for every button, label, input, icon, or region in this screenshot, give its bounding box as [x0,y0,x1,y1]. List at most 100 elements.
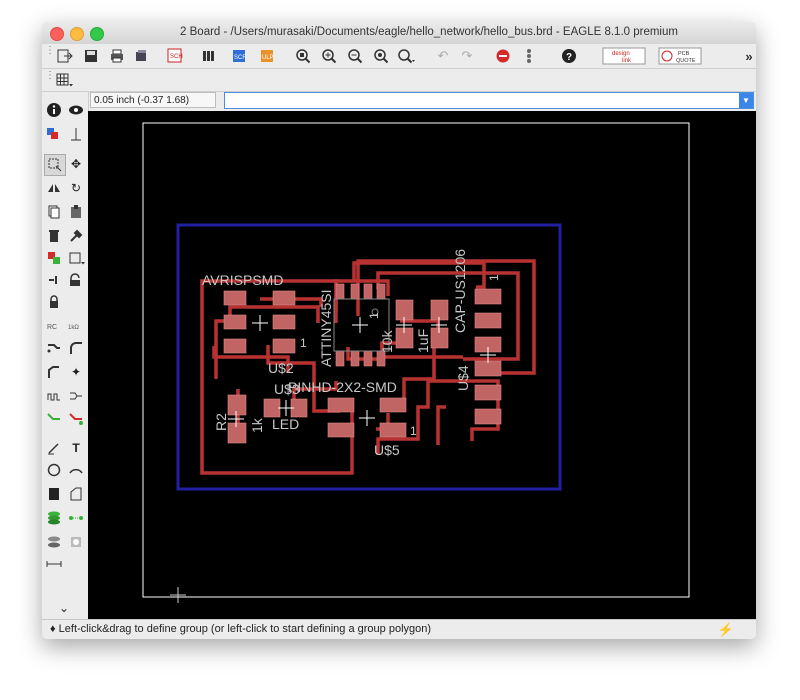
library-icon[interactable] [198,46,220,66]
pad-u5-4 [379,422,407,438]
toolbar-overflow-button[interactable]: » [738,46,756,66]
label-r2: R2 [213,413,229,431]
redo-icon[interactable]: ↷ [456,46,478,66]
smash-tool-icon[interactable] [66,248,86,268]
group-tool-icon[interactable] [44,154,66,176]
text-tool-icon[interactable]: T [66,438,86,458]
design-link-text-2: link [622,58,632,64]
zoom-in-icon[interactable] [318,46,340,66]
app-window: 2 Board - /Users/murasaki/Documents/eagl… [42,22,756,639]
pad-avr-2 [272,290,296,306]
signal-icon[interactable] [66,508,86,528]
display-layers-icon[interactable] [44,124,64,144]
wire-draw-icon[interactable] [44,438,64,458]
label-pin1-d: 1 [410,424,417,438]
replace-tool-icon[interactable] [44,248,64,268]
drill-icon[interactable] [44,532,64,552]
go-icon[interactable] [518,46,540,66]
pad-ic-2 [350,283,360,300]
rect-tool-icon[interactable] [44,484,64,504]
pad-ic-3 [363,283,373,300]
zoom-select-icon[interactable] [396,46,418,66]
show-icon[interactable] [66,100,86,120]
meander-wave-icon[interactable] [44,386,64,406]
stop-icon[interactable] [492,46,514,66]
rotate-tool-icon[interactable]: ↻ [66,178,86,198]
pcb-quote-button[interactable]: PCB QUOTE [658,46,702,66]
fanout-icon[interactable] [44,362,64,382]
meander-icon[interactable]: 1kΩ [66,316,86,336]
move-tool-icon[interactable]: ✥ [66,154,86,174]
label-attiny45si: ATTINY45SI [318,289,334,367]
help-icon[interactable]: ? [558,46,580,66]
status-message-text: Left-click&drag to define group (or left… [58,623,432,635]
script-icon[interactable]: SCR [230,46,252,66]
pad-avr-4 [272,314,296,330]
info-icon[interactable] [44,100,64,120]
pad-u5-1 [327,397,355,413]
pad-u4-4 [474,360,502,377]
zoom-fit-icon[interactable] [292,46,314,66]
padlock-icon[interactable] [44,292,64,312]
toolbar-grip[interactable]: ⋮ [45,46,55,64]
mark-icon[interactable] [66,124,86,144]
zoom-redraw-icon[interactable] [370,46,392,66]
toolbar2-grip[interactable]: ⋮ [45,71,55,89]
pad-u4-2 [474,312,502,329]
miter-icon[interactable] [66,338,86,358]
label-led: LED [272,416,299,432]
pad-u4-1 [474,288,502,305]
minimize-window-button[interactable] [70,27,84,41]
ripup-icon[interactable] [44,408,64,428]
circle-tool-icon[interactable] [44,460,64,480]
pcb-quote-text-2: QUOTE [676,58,696,64]
board-canvas[interactable]: AVRISPSMD ATTINY45SI 10k 1uF CAP-US1206 … [88,111,756,622]
optimize-icon[interactable]: RC [44,316,64,336]
parameter-toolbar: ⋮ [42,69,756,92]
command-bar: 0.05 inch (-0.37 1.68) ▼ [88,92,756,110]
pad-r2-2 [227,422,247,444]
via-icon[interactable]: ✦ [66,362,86,382]
pad-ic-4 [376,283,386,300]
hole-icon[interactable] [66,532,86,552]
maximize-window-button[interactable] [90,27,104,41]
change-tool-icon[interactable] [66,226,86,246]
split-tool-icon[interactable] [44,270,64,290]
label-cap-us1206: CAP-US1206 [452,249,468,333]
label-1k: 1k [249,417,265,433]
design-link-text-1: design [612,51,630,57]
save-icon[interactable] [80,46,102,66]
title-bar: 2 Board - /Users/murasaki/Documents/eagl… [42,22,756,45]
diff-pair-icon[interactable] [66,386,86,406]
delete-tool-icon[interactable] [44,226,64,246]
lock-tool-icon[interactable] [66,270,86,290]
label-u2: U$2 [268,360,294,376]
dimension-icon[interactable] [44,554,64,574]
schematic-switch-icon[interactable]: SCH [164,46,186,66]
design-link-button[interactable]: design link [602,46,646,66]
command-input[interactable]: ▼ [224,92,754,109]
mirror-tool-icon[interactable] [44,178,64,198]
ulp-icon[interactable]: ULP [258,46,280,66]
print-icon[interactable] [106,46,128,66]
arc-tool-icon[interactable] [66,460,86,480]
cam-processor-icon[interactable] [130,46,152,66]
paste-tool-icon[interactable] [66,202,86,222]
pad-u4-6 [474,408,502,425]
close-window-button[interactable] [50,27,64,41]
expand-palette-icon[interactable]: ⌄ [54,598,74,618]
grid-icon[interactable] [54,70,76,90]
lightning-icon[interactable]: ⚡ [718,622,734,638]
route-icon[interactable] [44,338,64,358]
zoom-out-icon[interactable] [344,46,366,66]
pad-ic-1 [335,283,345,300]
svg-text:SCH: SCH [170,54,183,60]
polygon-tool-icon[interactable] [66,484,86,504]
copy-tool-icon[interactable] [44,202,64,222]
board-drawing[interactable]: AVRISPSMD ATTINY45SI 10k 1uF CAP-US1206 … [88,111,756,622]
open-icon[interactable] [54,46,76,66]
autorouter-icon[interactable] [66,408,86,428]
undo-icon[interactable]: ↶ [432,46,454,66]
command-history-dropdown[interactable]: ▼ [739,93,753,108]
layer-stack-icon[interactable] [44,508,64,528]
